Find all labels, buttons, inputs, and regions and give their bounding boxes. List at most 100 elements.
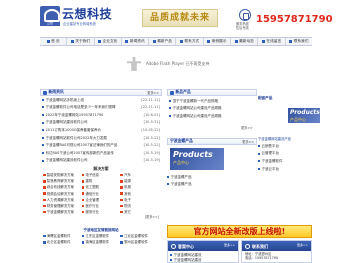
solution-label[interactable]: 汽车 — [124, 173, 131, 177]
nav-item-guestbook[interactable]: 在线留言 — [258, 38, 286, 45]
right-list-item-title[interactable]: 云销售平台 — [262, 144, 313, 148]
product-item-title[interactable]: 宁波金螺网站公司建设产品规格 — [173, 106, 256, 110]
nav-item-culture[interactable]: 企业文化 — [95, 38, 122, 45]
news-item[interactable]: 宁波金螺网站软件公司2022年大力发展 [10-5-22] — [42, 134, 160, 142]
news-item[interactable]: 宁波金螺网站手机版上线 [22-11-11] — [42, 96, 160, 104]
solution-item[interactable]: 宁波金螺解决方案 — [43, 209, 82, 215]
bullet-icon — [43, 234, 46, 238]
product-item-title[interactable]: 宁波金螺产品 — [171, 175, 230, 179]
solution-label[interactable]: 服务行业 — [85, 210, 99, 214]
news-item-title[interactable]: 宁波金螺网站手机版上线 — [46, 98, 141, 102]
case-item[interactable]: 宁波金螺网站建设 — [170, 258, 236, 263]
news-item-title[interactable]: 宁波金螺网站建设软件公司 — [46, 120, 143, 124]
friendly-link[interactable]: 鄞州区金螺软件 — [120, 239, 159, 245]
solution-label[interactable]: 智慧教育解决方案 — [47, 179, 74, 183]
nav-item-contact-methods[interactable]: 联系方式 — [176, 38, 204, 45]
solution-label[interactable]: 宁波金螺解决方案 — [47, 210, 74, 214]
news-item-title[interactable]: 科达RAS宁波公司2007宣传部新的产品宣传 — [46, 151, 143, 155]
product-item-title[interactable]: 宁波金螺产品 — [171, 182, 230, 186]
solution-label[interactable]: 机械 — [124, 185, 131, 189]
news-more-link[interactable]: 更多>> — [147, 91, 159, 95]
right-list-item[interactable]: 云销售平台 — [258, 142, 312, 150]
friendly-link-label[interactable]: 海曙区金螺软件 — [47, 234, 71, 238]
friendly-link-label[interactable]: 江北区金螺软件 — [124, 234, 148, 238]
solution-label[interactable]: 建筑 — [85, 179, 92, 183]
product-item[interactable]: 宁波金螺产品 — [167, 181, 229, 189]
right-list-item[interactable]: 云管理平台 — [258, 150, 312, 158]
news-item[interactable]: 宁波金螺RAS可视公司2007宣法律我们的产品 [10-5-22] — [42, 142, 160, 150]
promo-banner[interactable]: 官方网站全新改版上线啦! — [167, 225, 312, 238]
news-header: 新闻资讯 更多>> — [40, 89, 162, 96]
right-list-item[interactable]: 宁波云平台 — [258, 165, 312, 173]
news-item[interactable]: 宁波金螺网站建设软件公司 [10-5-31] — [42, 119, 160, 127]
news-item-title[interactable]: 宁波金螺软件公司电话是多少一年来我们很棒 — [46, 105, 141, 109]
nav-label: 新闻资讯 — [129, 39, 145, 44]
solution-label[interactable]: 其他 — [124, 192, 131, 196]
solution-label[interactable]: 医疗行业 — [85, 204, 99, 208]
right-list-item[interactable]: 宁波金螺软件 — [258, 157, 312, 165]
phone-number: 15957871790 — [256, 14, 333, 25]
friendly-link[interactable]: 镇海区金螺软件 — [81, 239, 121, 245]
news-item-title[interactable]: 宁波金螺RAS可视公司2007宣法律我们的产品 — [46, 143, 143, 147]
nav-item-updates[interactable]: 最新动态 — [231, 38, 259, 45]
bullet-icon — [81, 173, 85, 177]
nav-item-about[interactable]: 关于我们 — [67, 38, 95, 45]
friendly-link-label[interactable]: 镇海区金螺软件 — [85, 240, 109, 244]
friendly-link[interactable]: 北仑区金螺软件 — [43, 239, 82, 245]
solution-label[interactable]: 电子信息 — [85, 173, 99, 177]
friendly-link-label[interactable]: 江东区金螺软件 — [85, 234, 109, 238]
case-center-more-link[interactable]: 更多>> — [224, 243, 235, 248]
solution-label[interactable]: 物流 — [124, 204, 131, 208]
news-item[interactable]: 宁波金螺软件公司电话是多少一年来我们很棒 [22-11-11] — [42, 104, 160, 112]
product-item[interactable]: 宁波金螺网站公司建设产品规格 — [169, 105, 255, 113]
bullet-icon — [42, 113, 44, 116]
solution-label[interactable]: 通信行业 — [85, 192, 99, 196]
right-list-item-title[interactable]: 云管理平台 — [262, 151, 313, 155]
contact-us-more-link[interactable]: 更多>> — [297, 243, 308, 248]
solution-label[interactable]: 企业管理 — [85, 198, 99, 202]
news-item[interactable]: 科达RAS宁波公司2007宣传部新的产品宣传 [10-5-19] — [42, 149, 160, 157]
solution-label[interactable]: 综合布线解决方案 — [47, 185, 74, 189]
case-item-title[interactable]: 宁波金螺网站建设 — [174, 253, 237, 257]
solution-label[interactable]: 视频会议解决方案 — [47, 192, 74, 196]
brand-name[interactable]: 云想科技 — [62, 7, 112, 22]
product-item[interactable]: 国宁宁波金螺新一代产品规格 — [169, 97, 255, 105]
news-item-title[interactable]: 2022年宁波金螺网站15957871790 — [46, 113, 143, 117]
nav-item-home[interactable]: 首 页 — [40, 38, 68, 45]
news-item-title[interactable]: 宁波金螺网站建设软件公司 — [46, 158, 143, 162]
solution-label[interactable]: 其它 — [124, 210, 131, 214]
solution-label[interactable]: 人力资源解决方案 — [47, 198, 74, 202]
nav-item-products[interactable]: 最新产品 — [149, 38, 177, 45]
product-item-title[interactable]: 国宁宁波金螺新一代产品规格 — [173, 99, 256, 103]
nav-item-contact-us[interactable]: 联系我们 — [286, 38, 312, 45]
case-item-title[interactable]: 宁波金螺网站建设 — [174, 258, 237, 262]
product-item-title[interactable]: 宁波金螺网站公司建设产品规格 — [173, 114, 256, 118]
solution-item[interactable]: 服务行业 — [81, 209, 121, 215]
friendly-link-label[interactable]: 北仑区金螺软件 — [47, 240, 71, 244]
bullet-icon — [120, 186, 123, 189]
case-item[interactable]: 宁波金螺网站建设 — [170, 252, 236, 258]
right-list-item-title[interactable]: 宁波云平台 — [262, 167, 313, 171]
product-item[interactable]: 宁波金螺网站公司建设产品规格 — [169, 112, 255, 120]
nav-item-news[interactable]: 新闻资讯 — [122, 38, 150, 45]
solution-label[interactable]: 化工塑胶 — [85, 185, 99, 189]
friendly-link-label[interactable]: 鄞州区金螺软件 — [124, 240, 148, 244]
products-banner-center[interactable]: Products 产品中心 — [170, 148, 224, 170]
new-products-panel: 新品产品 国宁宁波金螺新一代产品规格 宁波金螺网站公司建设产品规格 宁波金螺网站… — [167, 89, 257, 130]
solutions-more-link[interactable]: [更多>>] — [40, 215, 162, 219]
news-item[interactable]: 2011订购本1000G保养套套保养价 [10-05-22] — [42, 126, 160, 134]
news-item-title[interactable]: 宁波金螺网站软件公司2022年大力发展 — [46, 136, 143, 140]
center-products-more-link[interactable]: 更多>> — [242, 140, 254, 144]
nav-item-cases[interactable]: 案例展示 — [204, 38, 232, 45]
solution-label[interactable]: 财务管理解决方案 — [47, 204, 74, 208]
solution-label[interactable]: 智能安防解决方案 — [47, 173, 74, 177]
solution-label[interactable]: 电子 — [124, 198, 131, 202]
new-products-more-link[interactable]: 更多>> — [241, 126, 253, 130]
products-banner-right[interactable]: Products 产品中心 — [288, 108, 320, 123]
news-item[interactable]: 2022年宁波金螺网站15957871790 [10-6-01] — [42, 111, 160, 119]
news-item-title[interactable]: 2011订购本1000G保养套套保养价 — [46, 128, 141, 132]
right-list-item-title[interactable]: 宁波金螺软件 — [262, 159, 313, 163]
news-item[interactable]: 宁波金螺网站建设软件公司 [10-5-19] — [42, 157, 160, 165]
solution-label[interactable]: 能源 — [124, 179, 131, 183]
product-item[interactable]: 宁波金螺产品 — [167, 173, 229, 181]
